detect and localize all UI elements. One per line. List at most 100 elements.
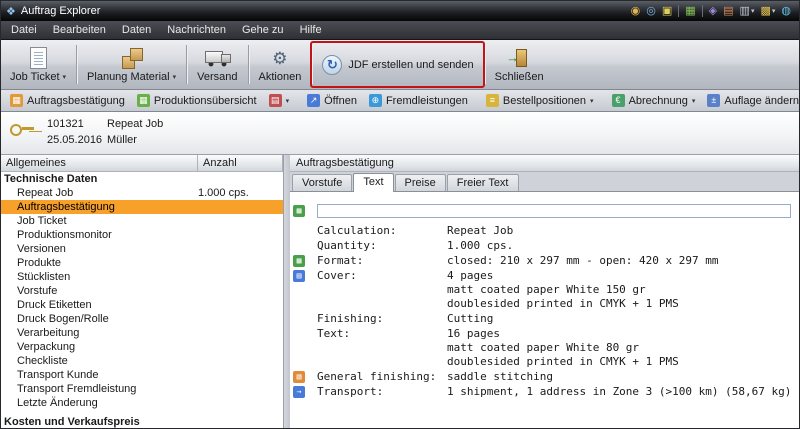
tree-item-label: Stücklisten — [17, 271, 70, 283]
tree-item-druck-etiketten[interactable]: Druck Etiketten — [1, 298, 283, 312]
network-icon-glyph: ◍ — [781, 6, 791, 17]
content-row: Text:16 pagesmatt coated paper White 80 … — [290, 327, 799, 369]
tree-item-letzte-aenderung[interactable]: Letzte Änderung — [1, 396, 283, 410]
tree-item-produkte[interactable]: Produkte — [1, 256, 283, 270]
button-label: Auftragsbestätigung — [27, 95, 125, 107]
tree-item-label: Produktionsmonitor — [17, 229, 112, 241]
billing-icon: € — [612, 94, 625, 107]
tree-item-verpackung[interactable]: Verpackung — [1, 340, 283, 354]
auftragsbestaetigung-button[interactable]: ▦Auftragsbestätigung — [4, 91, 131, 110]
tree-item-label: Verarbeitung — [17, 327, 79, 339]
auflage-aendern-button[interactable]: ±Auflage ändern — [701, 91, 800, 110]
contacts-icon[interactable]: ◉ — [628, 5, 644, 18]
fremdleistungen-button[interactable]: ⊕Fremdleistungen — [363, 91, 474, 110]
tree-item-job-ticket[interactable]: Job Ticket — [1, 214, 283, 228]
print-options-icon-button[interactable]: ▤▾ — [263, 91, 296, 110]
row-label: Transport: — [317, 385, 447, 399]
planning-material-icon — [121, 46, 143, 70]
menu-gehe-zu[interactable]: Gehe zu — [234, 21, 292, 39]
column-header-anzahl[interactable]: Anzahl — [198, 155, 283, 172]
tab-text[interactable]: Text — [353, 173, 393, 192]
tree-item-kosten-und-verkaufspreis[interactable]: Kosten und Verkaufspreis — [1, 415, 283, 428]
produktionsuebersicht-button[interactable]: ▦Produktionsübersicht — [131, 91, 263, 110]
apps-icon[interactable]: ▩▾ — [757, 5, 778, 18]
menu-nachrichten[interactable]: Nachrichten — [159, 21, 234, 39]
tree-item-versionen[interactable]: Versionen — [1, 242, 283, 256]
menu-hilfe[interactable]: Hilfe — [292, 21, 330, 39]
toolbar-secondary: ▦Auftragsbestätigung▦Produktionsübersich… — [1, 90, 799, 112]
job-ticket-button[interactable]: Job Ticket▾ — [3, 42, 73, 87]
empty-field[interactable] — [317, 204, 791, 218]
menu-bearbeiten[interactable]: Bearbeiten — [45, 21, 114, 39]
page-shape — [30, 47, 47, 69]
tab-vorstufe[interactable]: Vorstufe — [292, 174, 352, 191]
chevron-down-icon: ▾ — [772, 8, 776, 15]
button-label: Job Ticket▾ — [10, 71, 66, 83]
toolbar-separator — [76, 45, 77, 84]
actions-icon: ⚙ — [272, 46, 287, 70]
titlebar-separator — [702, 5, 703, 17]
tree-item-repeat-job[interactable]: Repeat Job1.000 cps. — [1, 186, 283, 200]
button-label: Auflage ändern — [724, 95, 799, 107]
button-label: Öffnen — [324, 95, 357, 107]
value-line: matt coated paper White 150 gr — [447, 283, 799, 297]
row-icon-empty — [293, 224, 317, 225]
button-label: Versand — [197, 71, 237, 83]
transport-icon: → — [293, 385, 317, 398]
tree-item-auftragsbestaetigung[interactable]: Auftragsbestätigung — [1, 200, 283, 214]
oeffnen-button[interactable]: ↗Öffnen — [301, 91, 363, 110]
bestellpositionen-button[interactable]: ≡Bestellpositionen▾ — [480, 91, 600, 110]
tree-item-label: Druck Etiketten — [17, 299, 92, 311]
jdf-erstellen-und-senden-button[interactable]: ↻JDF erstellen und senden — [315, 42, 480, 87]
value-line: doublesided printed in CMYK + 1 PMS — [447, 355, 799, 369]
toolbar-main: Job Ticket▾ Planung Material▾ Versand ⚙Akti… — [1, 40, 799, 90]
aktionen-button[interactable]: ⚙Aktionen — [252, 42, 309, 87]
tree-item-vorstufe[interactable]: Vorstufe — [1, 284, 283, 298]
tree-item-produktionsmonitor[interactable]: Produktionsmonitor — [1, 228, 283, 242]
close-icon: → — [506, 46, 532, 70]
tree-item-label: Job Ticket — [17, 215, 67, 227]
versand-button[interactable]: Versand — [190, 42, 244, 87]
row-icon-empty — [293, 312, 317, 313]
network-icon[interactable]: ◍ — [778, 5, 794, 18]
library-icon[interactable]: ▤ — [720, 5, 736, 18]
notes-icon[interactable]: ▣ — [659, 5, 675, 18]
button-label: Fremdleistungen — [386, 95, 468, 107]
content-row: Calculation:Repeat Job — [290, 224, 799, 238]
library-icon-glyph: ▤ — [723, 6, 733, 17]
menu-datei[interactable]: Datei — [3, 21, 45, 39]
tree-item-checkliste[interactable]: Checkliste — [1, 354, 283, 368]
abrechnung-button[interactable]: €Abrechnung▾ — [606, 91, 702, 110]
printer-icon[interactable]: ▥▾ — [737, 5, 758, 18]
button-label: Produktionsübersicht — [154, 95, 257, 107]
calendar-icon[interactable]: ▦ — [682, 5, 698, 18]
tree-item-stuecklisten[interactable]: Stücklisten — [1, 270, 283, 284]
tree-item-druck-bogen-rolle[interactable]: Druck Bogen/Rolle — [1, 312, 283, 326]
tree-item-verarbeitung[interactable]: Verarbeitung — [1, 326, 283, 340]
tree-item-label: Technische Daten — [4, 173, 97, 185]
toolbar-separator — [484, 45, 485, 84]
schliessen-button[interactable]: →Schließen — [488, 42, 551, 87]
modules-icon[interactable]: ◈ — [706, 5, 720, 18]
tree-item-technische-daten[interactable]: Technische Daten — [1, 172, 283, 186]
spec-grid-icon: ▦ — [293, 205, 305, 217]
tab-strip: VorstufeTextPreiseFreier Text — [290, 172, 799, 192]
tree-item-transport-kunde[interactable]: Transport Kunde — [1, 368, 283, 382]
planung-material-button[interactable]: Planung Material▾ — [80, 42, 183, 87]
tree-item-label: Letzte Änderung — [17, 397, 98, 409]
tree-item-label: Checkliste — [17, 355, 68, 367]
tab-preise[interactable]: Preise — [395, 174, 446, 191]
finishing-icon: ▧ — [293, 370, 317, 383]
row-label: General finishing: — [317, 370, 447, 384]
users-icon[interactable]: ◎ — [643, 5, 659, 18]
value-line: 4 pages — [447, 269, 799, 283]
tree-item-transport-fremdleistung[interactable]: Transport Fremdleistung — [1, 382, 283, 396]
order-customer: Müller — [107, 134, 137, 146]
menu-daten[interactable]: Daten — [114, 21, 159, 39]
toolbar-separator — [311, 45, 312, 84]
order-date: 25.05.2016 — [47, 134, 102, 146]
contacts-icon-glyph: ◉ — [631, 6, 641, 17]
column-header-allgemeines[interactable]: Allgemeines — [1, 155, 198, 172]
jdf-circle-glyph: ↻ — [322, 55, 342, 75]
tab-freier-text[interactable]: Freier Text — [447, 174, 519, 191]
